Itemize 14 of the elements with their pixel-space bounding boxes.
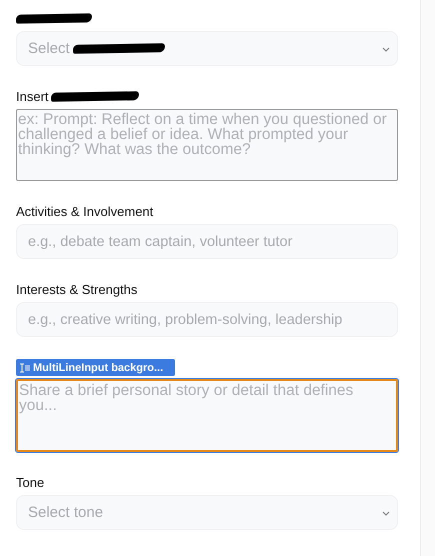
field-label: Tone [16, 474, 44, 490]
chevron-down-icon [382, 47, 390, 52]
text-area[interactable]: Share a brief personal story or detail that defines you... [16, 379, 398, 452]
field-label: Insert [16, 88, 49, 104]
select-field[interactable]: Select [16, 31, 398, 66]
input-field[interactable]: e.g., creative writing, problem-solving, leadership [16, 302, 398, 337]
field-label: Interests & Strengths [16, 282, 138, 296]
inspector-tag-text: MultiLineInput backgro... [33, 362, 164, 374]
field-label: Activities & Involvement [16, 204, 154, 218]
text-cursor-icon [19, 362, 31, 372]
chevron-down-icon [382, 511, 390, 516]
text-area[interactable]: ex: Prompt: Reflect on a time when you questioned or challenged a belief or idea. What prompted your thinking? What was the outcome? [16, 109, 398, 181]
input-field[interactable]: e.g., debate team captain, volunteer tutor [16, 224, 398, 259]
select-field[interactable]: Select tone [16, 495, 398, 530]
